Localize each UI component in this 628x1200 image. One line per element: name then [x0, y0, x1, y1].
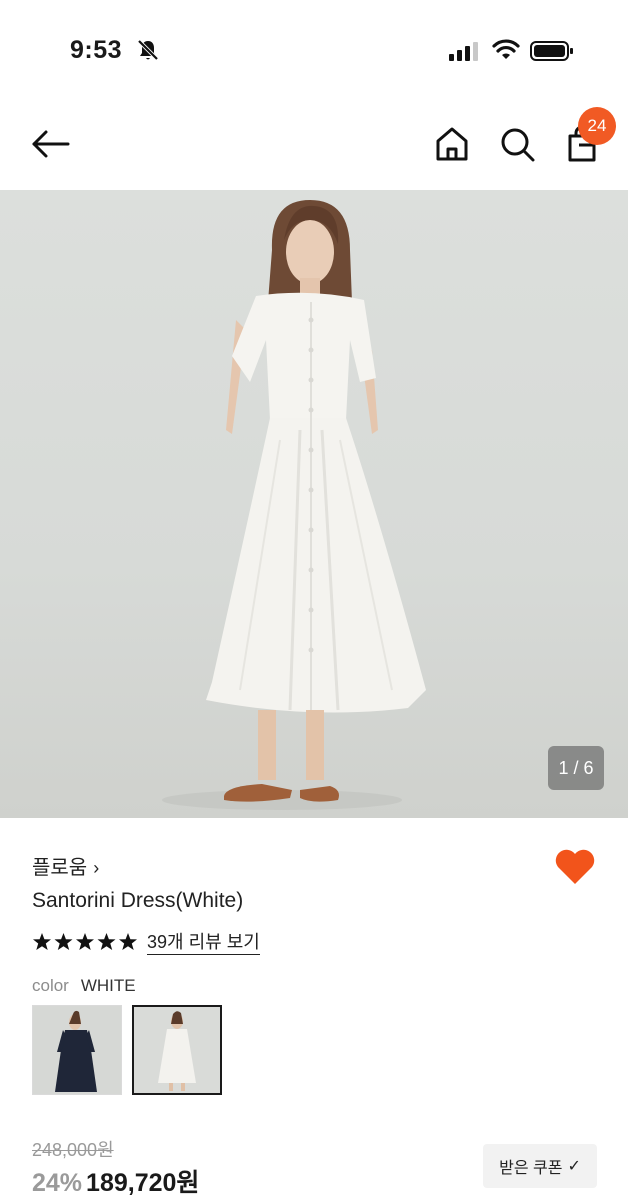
product-image[interactable] — [0, 190, 628, 818]
brand-name: 플로움 — [32, 857, 88, 879]
wifi-icon — [492, 39, 520, 59]
coupon-label: 받은 쿠폰 — [499, 1160, 563, 1177]
brand-link[interactable]: 플로움 › — [32, 851, 99, 880]
back-arrow-icon[interactable] — [28, 126, 72, 162]
rating-stars-icon — [33, 933, 137, 950]
battery-icon — [530, 41, 573, 61]
check-icon: ✓ — [567, 1158, 581, 1175]
home-icon[interactable] — [432, 124, 472, 164]
color-label: color — [32, 976, 69, 995]
original-price: 248,000원 — [32, 1140, 114, 1160]
bell-muted-icon — [137, 39, 159, 61]
cart-count-badge[interactable]: 24 — [578, 107, 616, 145]
product-name: Santorini Dress(White) — [32, 889, 244, 912]
review-link[interactable]: 39개 리뷰 보기 — [147, 931, 260, 955]
image-counter: 1 / 6 — [548, 746, 604, 790]
heart-icon[interactable] — [553, 846, 597, 886]
price-row: 24% 189,720원 — [32, 1163, 199, 1199]
cellular-signal-icon — [449, 42, 478, 61]
status-time: 9:53 — [70, 36, 123, 64]
swatch-navy-thumbnail — [33, 1006, 121, 1094]
search-icon[interactable] — [497, 124, 537, 164]
color-row: color WHITE — [32, 976, 136, 996]
discount-rate: 24% — [32, 1169, 83, 1197]
swatch-navy[interactable] — [32, 1005, 122, 1095]
received-coupon-button[interactable]: 받은 쿠폰 ✓ — [483, 1144, 597, 1188]
status-bar: 9:53 — [0, 0, 628, 100]
swatch-white[interactable] — [132, 1005, 222, 1095]
chevron-right-icon: › — [93, 858, 100, 878]
top-nav — [0, 100, 628, 190]
swatch-white-thumbnail — [134, 1007, 220, 1093]
model-dress-illustration — [162, 200, 426, 810]
color-value: WHITE — [80, 976, 136, 995]
sale-price: 189,720원 — [86, 1169, 200, 1197]
